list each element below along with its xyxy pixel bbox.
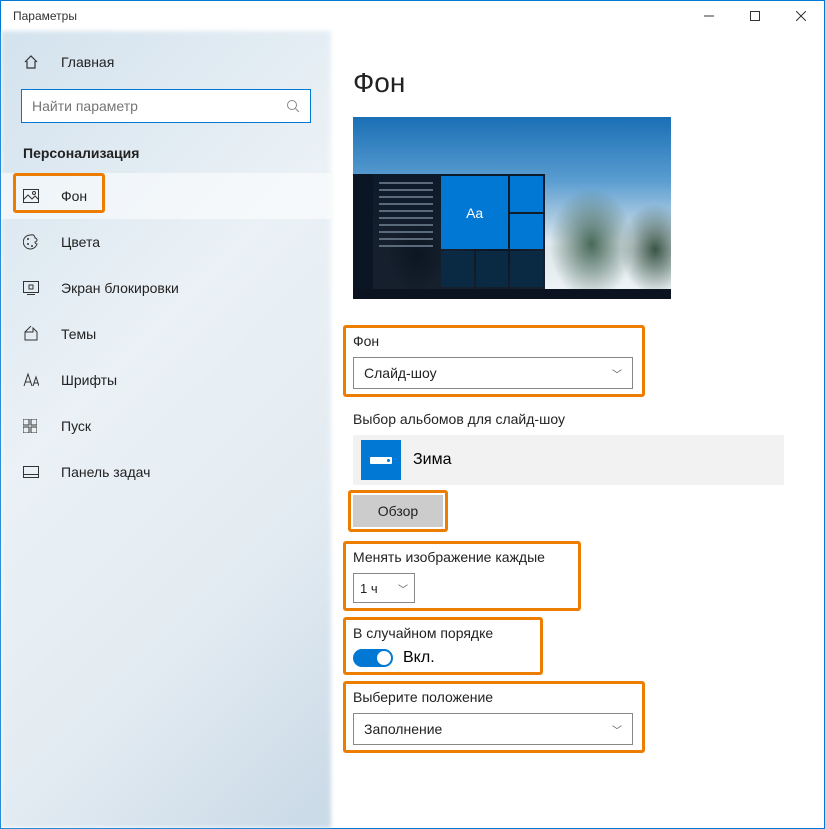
titlebar: Параметры <box>1 1 824 31</box>
fit-dropdown[interactable]: Заполнение ﹀ <box>353 713 633 745</box>
sidebar-item-background[interactable]: Фон <box>1 173 331 219</box>
change-interval-dropdown[interactable]: 1 ч ﹀ <box>353 573 415 603</box>
sidebar-item-start[interactable]: Пуск <box>1 403 331 449</box>
fit-value: Заполнение <box>364 721 442 737</box>
close-button[interactable] <box>778 1 824 31</box>
themes-icon <box>23 326 43 342</box>
window-title: Параметры <box>13 9 77 23</box>
change-interval-label: Менять изображение каждые <box>353 549 784 565</box>
drive-icon <box>361 440 401 480</box>
fit-label: Выберите положение <box>353 689 784 705</box>
search-input[interactable] <box>32 98 286 114</box>
sidebar-item-label: Панель задач <box>61 464 150 480</box>
chevron-down-icon: ﹀ <box>612 722 622 737</box>
album-label: Выбор альбомов для слайд-шоу <box>353 411 784 427</box>
picture-icon <box>23 189 43 203</box>
sidebar-item-label: Фон <box>61 188 87 204</box>
page-heading: Фон <box>353 67 784 99</box>
sidebar-item-themes[interactable]: Темы <box>1 311 331 357</box>
shuffle-label: В случайном порядке <box>353 625 784 641</box>
background-value: Слайд-шоу <box>364 365 437 381</box>
album-name: Зима <box>413 451 452 469</box>
sidebar-item-label: Цвета <box>61 234 100 250</box>
sidebar-item-label: Пуск <box>61 418 91 434</box>
sidebar-item-colors[interactable]: Цвета <box>1 219 331 265</box>
sidebar-item-label: Экран блокировки <box>61 280 179 296</box>
shuffle-value: Вкл. <box>403 649 435 667</box>
sidebar-item-label: Шрифты <box>61 372 117 388</box>
sidebar-item-label: Темы <box>61 326 96 342</box>
sidebar-item-taskbar[interactable]: Панель задач <box>1 449 331 495</box>
settings-window: Параметры Главная <box>0 0 825 829</box>
preview-sample-text: Aa <box>441 176 508 249</box>
chevron-down-icon: ﹀ <box>398 581 408 596</box>
change-interval-value: 1 ч <box>360 581 378 596</box>
shuffle-toggle[interactable] <box>353 649 393 667</box>
lockscreen-icon <box>23 281 43 295</box>
maximize-button[interactable] <box>732 1 778 31</box>
search-box[interactable] <box>21 89 311 123</box>
section-title: Персонализация <box>1 137 331 173</box>
background-dropdown[interactable]: Слайд-шоу ﹀ <box>353 357 633 389</box>
main-panel: Фон Aa Фон Слайд <box>331 31 824 828</box>
sidebar-item-fonts[interactable]: Шрифты <box>1 357 331 403</box>
start-icon <box>23 419 43 433</box>
desktop-preview: Aa <box>353 117 671 299</box>
sidebar: Главная Персонализация Фон <box>1 31 331 828</box>
taskbar-icon <box>23 466 43 478</box>
background-label: Фон <box>353 333 784 349</box>
album-row[interactable]: Зима <box>353 435 784 485</box>
palette-icon <box>23 234 43 250</box>
home-link[interactable]: Главная <box>1 41 331 83</box>
chevron-down-icon: ﹀ <box>612 366 622 381</box>
home-label: Главная <box>61 54 114 70</box>
sidebar-item-lockscreen[interactable]: Экран блокировки <box>1 265 331 311</box>
fonts-icon <box>23 373 43 387</box>
search-icon <box>286 99 300 113</box>
home-icon <box>23 54 43 70</box>
minimize-button[interactable] <box>686 1 732 31</box>
browse-button[interactable]: Обзор <box>353 495 443 527</box>
